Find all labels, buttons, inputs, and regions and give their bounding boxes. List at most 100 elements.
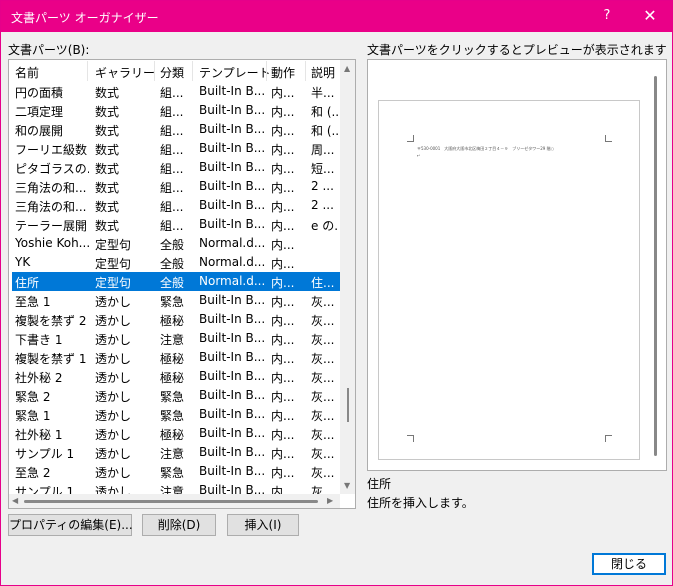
cell-name: 三角法の和... [15,181,87,195]
cell-category: 組... [160,181,184,195]
cell-description: e の... [311,219,339,233]
cell-description: 灰... [311,466,335,480]
title-bar: 文書パーツ オーガナイザー ? ✕ [1,1,672,32]
cell-name: 二項定理 [15,105,64,119]
close-button[interactable]: 閉じる [592,553,666,575]
cell-name: 至急 2 [15,466,51,480]
cell-category: 緊急 [160,466,185,480]
table-row[interactable]: 複製を禁ず 1 透かし 極秘 Built-In B... 内... 灰... [12,348,340,367]
window-title: 文書パーツ オーガナイザー [11,11,159,25]
cell-description: 短... [311,162,335,176]
cell-template: Built-In B... [199,445,266,459]
cell-gallery: 透かし [95,466,132,480]
cell-name: 至急 1 [15,295,51,309]
cell-description: 2 ... [311,198,334,212]
cell-description: 灰... [311,314,335,328]
delete-button[interactable]: 削除(D) [142,514,216,536]
vertical-scrollbar[interactable]: ▲ ▼ [340,60,355,494]
table-row[interactable]: 三角法の和... 数式 組... Built-In B... 内... 2 ... [12,196,340,215]
cell-name: テーラー展開 [15,219,88,233]
cell-category: 全般 [160,276,185,290]
cell-template: Built-In B... [199,84,266,98]
cell-behavior: 内... [271,200,295,214]
edit-properties-button[interactable]: プロパティの編集(E)... [8,514,133,536]
column-header-behavior[interactable]: 動作 [271,64,295,81]
cell-behavior: 内... [271,314,295,328]
column-header-gallery[interactable]: ギャラリー [95,64,155,81]
cell-category: 組... [160,219,184,233]
table-row[interactable]: フーリエ級数 数式 組... Built-In B... 内... 周... [12,139,340,158]
scroll-left-arrow-icon[interactable]: ◀ [12,496,18,505]
building-blocks-label: 文書パーツ(B): [8,43,90,57]
column-header-name[interactable]: 名前 [15,64,39,81]
building-blocks-list[interactable]: 名前 ギャラリー 分類 テンプレート 動作 説明 円の面積 数式 組... Built… [8,59,356,509]
table-row[interactable]: 社外秘 2 透かし 極秘 Built-In B... 内... 灰... [12,367,340,386]
cell-behavior: 内... [271,143,295,157]
cell-behavior: 内... [271,162,295,176]
cell-gallery: 透かし [95,390,132,404]
scroll-up-arrow-icon[interactable]: ▲ [344,64,350,73]
paragraph-mark: ↵ [417,153,421,158]
cell-behavior: 内... [271,371,295,385]
cell-gallery: 数式 [95,86,120,100]
cell-category: 極秘 [160,428,185,442]
cell-description: 灰... [311,352,335,366]
cell-description: 灰... [311,409,335,423]
cell-category: 全般 [160,238,185,252]
table-row[interactable]: 緊急 1 透かし 緊急 Built-In B... 内... 灰... [12,405,340,424]
scroll-right-arrow-icon[interactable]: ▶ [327,496,333,505]
cell-template: Built-In B... [199,141,266,155]
cell-category: 組... [160,143,184,157]
table-row[interactable]: テーラー展開数式 組... Built-In B... 内... e の... [12,215,340,234]
cell-gallery: 透かし [95,371,132,385]
table-row[interactable]: 緊急 2 透かし 緊急 Built-In B... 内... 灰... [12,386,340,405]
cell-template: Built-In B... [199,331,266,345]
cell-description: 灰... [311,333,335,347]
cell-name: 社外秘 2 [15,371,63,385]
horizontal-scrollbar[interactable]: ◀ ▶ [9,494,340,508]
close-window-button[interactable]: ✕ [639,6,661,25]
scroll-down-arrow-icon[interactable]: ▼ [344,481,350,490]
cell-behavior: 内... [271,333,295,347]
table-row[interactable]: 円の面積 数式 組... Built-In B... 内... 半... [12,82,340,101]
table-row[interactable]: 二項定理 数式 組... Built-In B... 内... 和 (... [12,101,340,120]
table-row[interactable]: 至急 2 透かし 緊急 Built-In B... 内... 灰... [12,462,340,481]
table-row[interactable]: 至急 1 透かし 緊急 Built-In B... 内... 灰... [12,291,340,310]
table-row[interactable]: Yoshie Koh... 定型句 全般 Normal.d... 内... [12,234,340,253]
insert-button[interactable]: 挿入(I) [227,514,299,536]
cell-category: 組... [160,124,184,138]
table-row[interactable]: ピタゴラスの... 数式 組... Built-In B... 内... 短... [12,158,340,177]
cell-template: Built-In B... [199,103,266,117]
cell-category: 組... [160,200,184,214]
cell-name: サンプル 1 [15,447,75,461]
table-row[interactable]: 下書き 1 透かし 注意 Built-In B... 内... 灰... [12,329,340,348]
table-row[interactable]: 社外秘 1 透かし 極秘 Built-In B... 内... 灰... [12,424,340,443]
vertical-scroll-thumb[interactable] [347,388,349,422]
cell-description: 2 ... [311,179,334,193]
margin-corner-mark [605,135,612,142]
margin-corner-mark [605,435,612,442]
cell-template: Built-In B... [199,407,266,421]
horizontal-scroll-thumb[interactable] [24,500,318,503]
cell-gallery: 数式 [95,162,120,176]
table-row[interactable]: YK 定型句 全般 Normal.d... 内... [12,253,340,272]
table-row[interactable]: 三角法の和... 数式 組... Built-In B... 内... 2 ... [12,177,340,196]
table-row[interactable]: サンプル 1 透かし 注意 Built-In B... 内... 灰... [12,443,340,462]
column-header-template[interactable]: テンプレート [199,64,271,81]
preview-label: 文書パーツをクリックするとプレビューが表示されます [367,43,667,57]
table-row[interactable]: 複製を禁ず 2 透かし 極秘 Built-In B... 内... 灰... [12,310,340,329]
cell-template: Built-In B... [199,369,266,383]
column-header-description[interactable]: 説明 [311,64,335,81]
cell-name: フーリエ級数 [15,143,88,157]
cell-description: 半... [311,86,335,100]
column-header-category[interactable]: 分類 [160,64,184,81]
table-row[interactable]: 住所 定型句 全般 Normal.d... 内... 住... [12,272,340,291]
cell-description: 和 (... [311,105,339,119]
preview-scrollbar[interactable] [654,76,657,456]
help-button[interactable]: ? [597,8,617,23]
cell-category: 緊急 [160,409,185,423]
cell-behavior: 内... [271,257,295,271]
preview-pane: 〒530-0001 大阪府大阪市北区梅田２丁目４－９ ブリーゼタワー29 階○ … [367,59,667,471]
table-row[interactable]: 和の展開 数式 組... Built-In B... 内... 和 (... [12,120,340,139]
cell-name: 緊急 1 [15,409,51,423]
